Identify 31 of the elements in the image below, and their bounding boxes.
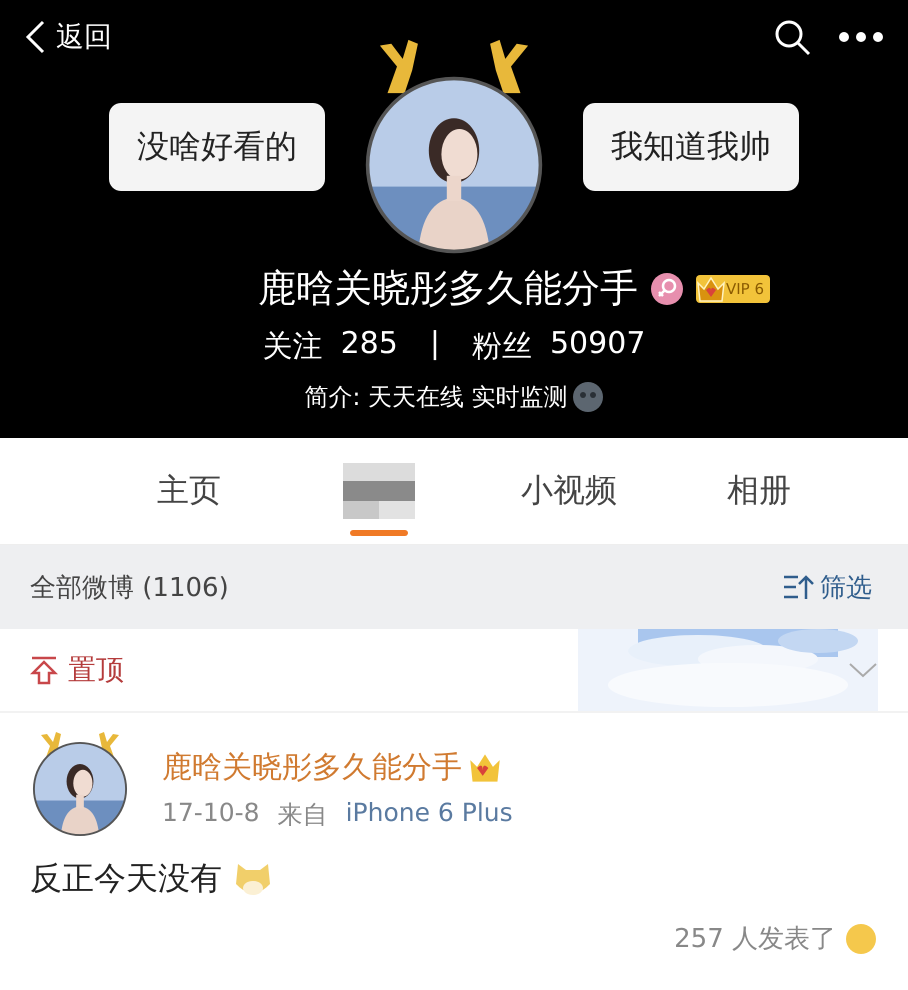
post-text: 反正今天没有 bbox=[30, 858, 222, 899]
speech-bubble: 我知道我帅 bbox=[583, 102, 799, 190]
emoji-icon bbox=[572, 381, 604, 413]
follow-label[interactable]: 关注 bbox=[262, 326, 323, 367]
blurred-label-icon bbox=[343, 463, 415, 519]
back-icon bbox=[24, 19, 46, 55]
more-icon[interactable] bbox=[838, 31, 884, 43]
source-label: 来自 bbox=[278, 799, 328, 831]
female-icon bbox=[650, 272, 684, 306]
follow-count[interactable]: 285 bbox=[340, 326, 398, 367]
separator: | bbox=[430, 326, 440, 363]
pin-top-icon bbox=[30, 655, 58, 685]
sort-icon bbox=[782, 573, 814, 601]
profile-name: 鹿晗关晓彤多久能分手 bbox=[258, 265, 638, 312]
tab[interactable]: 主页 bbox=[94, 438, 284, 544]
filter-button[interactable]: 筛选 bbox=[776, 568, 878, 606]
speech-bubble: 没啥好看的 bbox=[109, 102, 325, 190]
post-date: 17-10-8 bbox=[162, 798, 260, 829]
back-button[interactable]: 返回 bbox=[24, 18, 112, 56]
tab[interactable]: 小视频 bbox=[474, 438, 664, 544]
crown-icon bbox=[696, 274, 726, 302]
fans-label[interactable]: 粉丝 bbox=[472, 326, 532, 367]
bio-text: 简介: 天天在线 实时监测 bbox=[304, 382, 568, 413]
device-source: iPhone 6 Plus bbox=[346, 798, 513, 829]
emoji-icon bbox=[844, 922, 878, 956]
post-count: 全部微博 (1106) bbox=[30, 572, 229, 604]
reaction-summary[interactable]: 257 人发表了 bbox=[674, 921, 836, 956]
fans-count[interactable]: 50907 bbox=[550, 326, 646, 367]
pinned-label: 置顶 bbox=[68, 652, 124, 688]
tab[interactable]: 相册 bbox=[664, 438, 854, 544]
vip-badge: VIP 6 bbox=[696, 274, 770, 302]
